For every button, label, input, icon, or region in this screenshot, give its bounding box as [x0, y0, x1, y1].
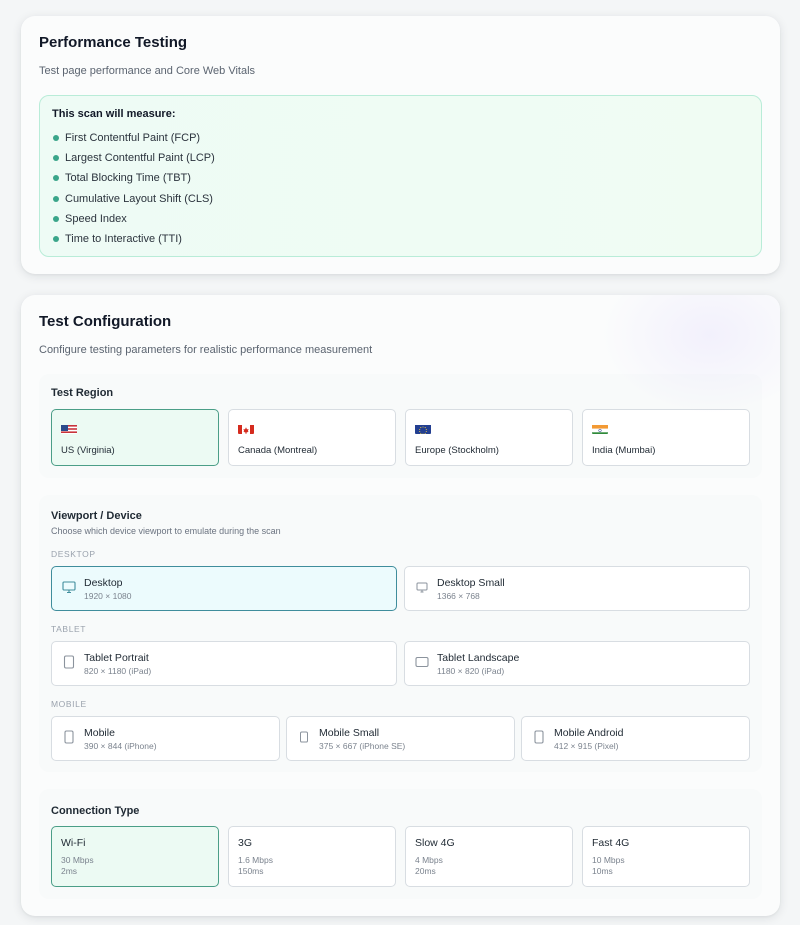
viewport-device-section: Viewport / Device Choose which device vi… — [39, 495, 762, 772]
india-flag-icon — [592, 423, 608, 434]
connection-latency: 20ms — [415, 866, 436, 876]
region-name: Canada (Montreal) — [238, 445, 318, 456]
metric-item: Time to Interactive (TTI) — [52, 231, 215, 251]
connection-type-section: Connection Type Wi-Fi 30 Mbps 2ms 3G 1.6… — [39, 789, 762, 899]
phone-icon — [62, 730, 76, 744]
device-name: Mobile Small — [319, 727, 380, 739]
device-name: Tablet Landscape — [437, 652, 520, 664]
region-name: US (Virginia) — [61, 445, 115, 456]
monitor-icon — [62, 580, 76, 594]
region-name: Europe (Stockholm) — [415, 445, 499, 456]
device-option-tablet-landscape[interactable]: Tablet Landscape 1180 × 820 (iPad) — [404, 641, 750, 686]
connection-speed: 30 Mbps — [61, 855, 94, 865]
metric-item: Total Blocking Time (TBT) — [52, 170, 215, 190]
device-size: 1180 × 820 (iPad) — [437, 666, 505, 676]
connection-name: Fast 4G — [592, 837, 630, 849]
connection-speed: 10 Mbps — [592, 855, 625, 865]
canada-flag-icon — [238, 423, 254, 434]
device-size: 1920 × 1080 — [84, 591, 132, 601]
metric-label: Time to Interactive (TTI) — [65, 232, 182, 245]
bullet-dot-icon — [53, 135, 59, 141]
device-name: Mobile Android — [554, 727, 624, 739]
metric-label: Cumulative Layout Shift (CLS) — [65, 192, 213, 205]
connection-option-fast-4g[interactable]: Fast 4G 10 Mbps 10ms — [582, 826, 750, 887]
configuration-subtitle: Configure testing parameters for realist… — [39, 344, 373, 356]
phone-icon — [297, 730, 311, 744]
connection-name: 3G — [238, 837, 253, 849]
connection-option-slow-4g[interactable]: Slow 4G 4 Mbps 20ms — [405, 826, 573, 887]
performance-testing-card: Performance Testing Test page performanc… — [21, 16, 780, 274]
connection-option-3g[interactable]: 3G 1.6 Mbps 150ms — [228, 826, 396, 887]
device-option-mobile-android[interactable]: Mobile Android 412 × 915 (Pixel) — [521, 716, 750, 761]
monitor-icon — [415, 580, 429, 594]
device-size: 820 × 1180 (iPad) — [84, 666, 152, 676]
configuration-title: Test Configuration — [39, 313, 172, 330]
test-region-section: Test Region US (Virginia) Canada (Montre… — [39, 374, 762, 478]
device-name: Mobile — [84, 727, 115, 739]
metrics-heading: This scan will measure: — [52, 108, 176, 120]
bullet-dot-icon — [53, 155, 59, 162]
viewport-description: Choose which device viewport to emulate … — [51, 526, 281, 536]
metric-label: First Contentful Paint (FCP) — [65, 132, 201, 144]
viewport-label: Viewport / Device — [51, 510, 142, 522]
device-option-desktop[interactable]: Desktop 1920 × 1080 — [51, 566, 397, 611]
device-size: 375 × 667 (iPhone SE) — [319, 741, 406, 751]
connection-name: Slow 4G — [415, 837, 455, 849]
group-label-desktop: DESKTOP — [51, 549, 96, 559]
connection-name: Wi-Fi — [61, 837, 86, 849]
connection-speed: 1.6 Mbps — [238, 855, 273, 865]
metric-label: Largest Contentful Paint (LCP) — [65, 152, 215, 165]
connection-latency: 2ms — [61, 866, 78, 876]
device-option-mobile[interactable]: Mobile 390 × 844 (iPhone) — [51, 716, 280, 761]
metric-item: Cumulative Layout Shift (CLS) — [52, 191, 215, 211]
bullet-dot-icon — [53, 235, 59, 242]
metric-item: Largest Contentful Paint (LCP) — [52, 150, 215, 170]
device-option-desktop-small[interactable]: Desktop Small 1366 × 768 — [404, 566, 750, 611]
metrics-list: First Contentful Paint (FCP) Largest Con… — [52, 130, 215, 251]
us-flag-icon — [61, 423, 77, 434]
performance-subtitle: Test page performance and Core Web Vital… — [39, 65, 256, 77]
connection-type-label: Connection Type — [51, 805, 140, 817]
bullet-dot-icon — [53, 215, 59, 222]
device-name: Desktop — [84, 577, 123, 589]
device-name: Tablet Portrait — [84, 652, 149, 664]
metrics-info-box: This scan will measure: First Contentful… — [39, 95, 762, 257]
group-label-mobile: MOBILE — [51, 699, 87, 709]
region-option-india-mumbai[interactable]: India (Mumbai) — [582, 409, 750, 466]
metric-label: Speed Index — [65, 212, 127, 225]
metric-item: Speed Index — [52, 211, 215, 231]
connection-speed: 4 Mbps — [415, 855, 443, 865]
device-name: Desktop Small — [437, 577, 505, 589]
test-configuration-card: Test Configuration Configure testing par… — [21, 295, 780, 916]
group-label-tablet: TABLET — [51, 624, 87, 634]
region-option-us-virginia[interactable]: US (Virginia) — [51, 409, 219, 466]
device-size: 412 × 915 (Pixel) — [554, 741, 619, 751]
region-option-europe-stockholm[interactable]: Europe (Stockholm) — [405, 409, 573, 466]
device-option-tablet-portrait[interactable]: Tablet Portrait 820 × 1180 (iPad) — [51, 641, 397, 686]
eu-flag-icon — [415, 423, 431, 434]
region-option-canada-montreal[interactable]: Canada (Montreal) — [228, 409, 396, 466]
connection-latency: 10ms — [592, 866, 613, 876]
bullet-dot-icon — [53, 195, 59, 202]
metric-label: Total Blocking Time (TBT) — [65, 172, 191, 185]
device-size: 1366 × 768 — [437, 591, 480, 601]
performance-title: Performance Testing — [39, 34, 188, 51]
test-region-label: Test Region — [51, 387, 114, 399]
tablet-landscape-icon — [415, 655, 429, 669]
device-size: 390 × 844 (iPhone) — [84, 741, 157, 751]
tablet-icon — [62, 655, 76, 669]
connection-latency: 150ms — [238, 866, 264, 876]
metric-item: First Contentful Paint (FCP) — [52, 130, 215, 150]
device-option-mobile-small[interactable]: Mobile Small 375 × 667 (iPhone SE) — [286, 716, 515, 761]
bullet-dot-icon — [53, 175, 59, 182]
region-name: India (Mumbai) — [592, 445, 656, 456]
connection-option-wifi[interactable]: Wi-Fi 30 Mbps 2ms — [51, 826, 219, 887]
phone-icon — [532, 730, 546, 744]
